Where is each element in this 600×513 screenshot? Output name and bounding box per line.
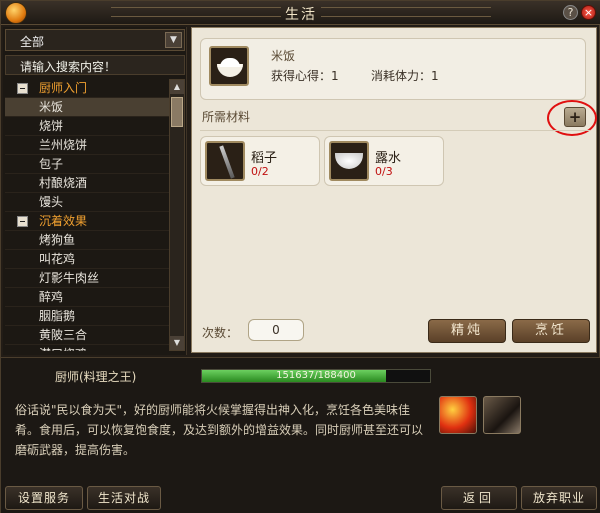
tree-item[interactable]: 醉鸡 bbox=[5, 288, 169, 307]
life-window: 生活 ? × 全部 ▼ 厨师入门米饭烧饼兰州烧饼包子村酿烧酒馒头沉着效果烤狗鱼叫… bbox=[0, 0, 600, 513]
experience-bar: 151637/188400 bbox=[201, 369, 431, 383]
tree-category-label: 沉着效果 bbox=[39, 214, 88, 228]
back-button[interactable]: 返回 bbox=[441, 486, 517, 510]
material-slot[interactable]: 稻子 0/2 bbox=[200, 136, 320, 186]
category-dropdown[interactable]: 全部 ▼ bbox=[5, 29, 185, 51]
abandon-profession-button[interactable]: 放弃职业 bbox=[521, 486, 597, 510]
tree-item[interactable]: 烤狗鱼 bbox=[5, 231, 169, 250]
dropdown-value: 全部 bbox=[20, 35, 45, 49]
recipe-scrollbar[interactable]: ▲ ▼ bbox=[169, 79, 185, 351]
recipe-card: 米饭 获得心得：1 消耗体力：1 bbox=[200, 38, 586, 100]
cook-button[interactable]: 烹饪 bbox=[512, 319, 590, 343]
tree-item[interactable]: 馒头 bbox=[5, 193, 169, 212]
tree-item[interactable]: 兰州烧饼 bbox=[5, 136, 169, 155]
life-battle-button[interactable]: 生活对战 bbox=[87, 486, 161, 510]
tree-item[interactable]: 黄陂三合 bbox=[5, 326, 169, 345]
experience-text: 151637/188400 bbox=[276, 370, 356, 381]
material-name: 稻子 bbox=[251, 151, 278, 166]
material-count: 0/2 bbox=[251, 165, 269, 178]
tree-item[interactable]: 烧饼 bbox=[5, 117, 169, 136]
recipe-name: 米饭 bbox=[271, 49, 296, 63]
scroll-thumb[interactable] bbox=[171, 97, 183, 127]
cleaver-icon[interactable] bbox=[483, 396, 521, 434]
tree-category-label: 厨师入门 bbox=[39, 81, 88, 95]
recipe-detail-panel: 米饭 获得心得：1 消耗体力：1 所需材料 + 稻子 0/2 露水 0/3 次数… bbox=[191, 27, 597, 353]
recipe-tree: 厨师入门米饭 烧饼 兰州烧饼 包子 村酿烧酒 馒头沉着效果烤狗鱼 叫花鸡 灯影牛肉丝 醉鸡 胭脂鹅… bbox=[5, 79, 169, 351]
tree-item[interactable]: 叫花鸡 bbox=[5, 250, 169, 269]
scroll-down-icon[interactable]: ▼ bbox=[170, 336, 184, 350]
collapse-icon[interactable] bbox=[17, 216, 28, 227]
tree-item[interactable]: 村酿烧酒 bbox=[5, 174, 169, 193]
window-title: 生活 bbox=[285, 7, 317, 23]
rice-bowl-icon bbox=[209, 46, 249, 86]
materials-label: 所需材料 bbox=[202, 110, 251, 124]
tree-category[interactable]: 厨师入门 bbox=[5, 79, 169, 98]
collapse-icon[interactable] bbox=[17, 83, 28, 94]
recipe-list-panel: 全部 ▼ 厨师入门米饭烧饼兰州烧饼包子村酿烧酒馒头沉着效果烤狗鱼叫花鸡灯影牛肉丝… bbox=[3, 27, 187, 355]
refine-button[interactable]: 精炖 bbox=[428, 319, 506, 343]
rice-stalk-icon bbox=[205, 141, 245, 181]
material-count: 0/3 bbox=[375, 165, 393, 178]
recipe-cost: 消耗体力：1 bbox=[371, 69, 439, 83]
help-icon[interactable]: ? bbox=[563, 5, 578, 20]
tree-item[interactable]: 潜口烧鸡 bbox=[5, 345, 169, 351]
fire-skewer-icon[interactable] bbox=[439, 396, 477, 434]
profession-panel: 厨师(料理之王) 151637/188400 俗话说"民以食为天"，好的厨师能将… bbox=[1, 357, 600, 513]
tree-item[interactable]: 胭脂鹅 bbox=[5, 307, 169, 326]
search-box[interactable] bbox=[5, 55, 185, 76]
profession-title: 厨师(料理之王) bbox=[55, 370, 137, 384]
profession-description: 俗话说"民以食为天"，好的厨师能将火候掌握得出神入化，烹饪各色美味佳肴。食用后，… bbox=[15, 403, 424, 457]
tree-item[interactable]: 米饭 bbox=[5, 98, 169, 117]
service-settings-button[interactable]: 设置服务 bbox=[5, 486, 83, 510]
divider bbox=[200, 130, 590, 131]
material-slot[interactable]: 露水 0/3 bbox=[324, 136, 444, 186]
material-name: 露水 bbox=[375, 151, 402, 166]
scroll-up-icon[interactable]: ▲ bbox=[170, 80, 184, 94]
count-field[interactable] bbox=[248, 319, 304, 341]
tree-category[interactable]: 沉着效果 bbox=[5, 212, 169, 231]
close-icon[interactable]: × bbox=[581, 5, 596, 20]
search-input[interactable] bbox=[6, 58, 176, 76]
tree-item[interactable]: 灯影牛肉丝 bbox=[5, 269, 169, 288]
title-bar[interactable]: 生活 ? × bbox=[1, 1, 600, 25]
tree-item[interactable]: 包子 bbox=[5, 155, 169, 174]
water-bowl-icon bbox=[329, 141, 369, 181]
recipe-gain: 获得心得：1 bbox=[271, 69, 339, 83]
count-label: 次数： bbox=[202, 326, 239, 340]
chevron-down-icon[interactable]: ▼ bbox=[165, 32, 182, 48]
